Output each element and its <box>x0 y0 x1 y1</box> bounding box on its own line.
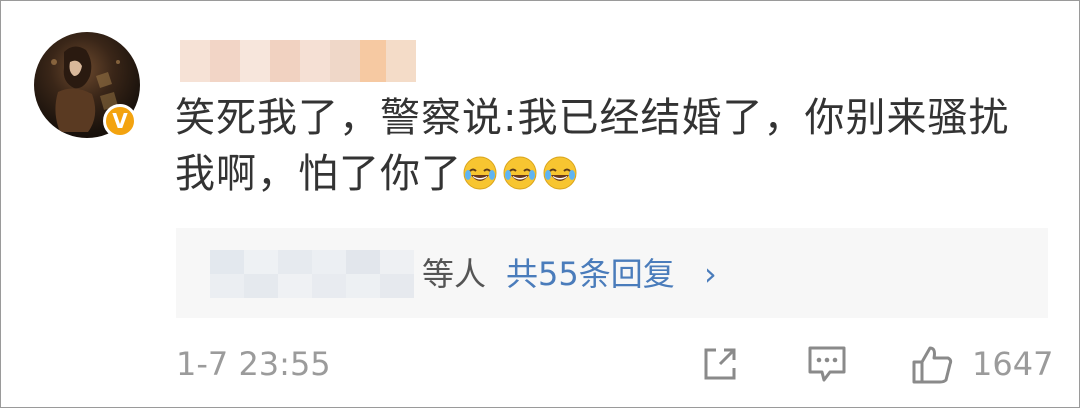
laugh-cry-emoji-icon <box>463 156 497 190</box>
like-count: 1647 <box>972 345 1054 383</box>
comment-icon[interactable] <box>806 344 848 384</box>
share-icon[interactable] <box>700 344 740 384</box>
comment-text: 笑死我了，警察说:我已经结婚了，你别来骚扰 我啊，怕了你了 <box>175 90 1035 202</box>
comment-line-1: 笑死我了，警察说:我已经结婚了，你别来骚扰 <box>175 95 1010 141</box>
replier-names-redacted <box>210 250 416 298</box>
comment-line-2: 我啊，怕了你了 <box>175 146 1035 202</box>
comment-timestamp: 1-7 23:55 <box>176 345 331 383</box>
reply-summary[interactable]: 等人 共55条回复 › <box>176 228 1048 318</box>
username-redacted[interactable] <box>180 40 416 82</box>
reply-count-link[interactable]: 共55条回复 <box>506 250 675 298</box>
comment-line-2-text: 我啊，怕了你了 <box>175 151 462 197</box>
reply-suffix-text: 等人 <box>422 255 487 293</box>
chevron-right-icon[interactable]: › <box>704 250 717 298</box>
like-icon[interactable] <box>910 344 954 386</box>
verified-badge-icon: V <box>103 104 137 138</box>
laugh-cry-emoji-icon <box>503 156 537 190</box>
laugh-cry-emoji-icon <box>543 156 577 190</box>
